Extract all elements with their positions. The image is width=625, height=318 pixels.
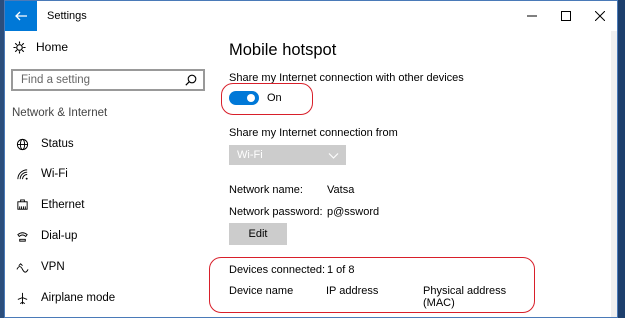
sidebar-item-status[interactable]: Status bbox=[15, 137, 74, 151]
section-heading: Network & Internet bbox=[12, 107, 108, 119]
annotation-oval-devices bbox=[209, 257, 535, 313]
edit-button[interactable]: Edit bbox=[229, 223, 287, 245]
settings-window: Settings Home Find a setting Network & I… bbox=[4, 0, 618, 318]
close-button[interactable] bbox=[583, 1, 617, 31]
search-input[interactable]: Find a setting bbox=[11, 69, 205, 91]
maximize-icon bbox=[561, 11, 571, 21]
back-button[interactable] bbox=[5, 1, 37, 31]
window-title: Settings bbox=[47, 10, 87, 22]
network-password-value: p@ssword bbox=[327, 206, 380, 218]
ethernet-icon bbox=[15, 198, 29, 212]
sidebar-item-wifi[interactable]: Wi-Fi bbox=[15, 167, 68, 181]
sidebar-item-label: Dial-up bbox=[41, 230, 78, 242]
sidebar-item-ethernet[interactable]: Ethernet bbox=[15, 198, 84, 212]
share-from-dropdown[interactable]: Wi-Fi bbox=[229, 145, 346, 165]
title-bar: Settings bbox=[5, 1, 617, 31]
minimize-button[interactable] bbox=[515, 1, 549, 31]
sidebar-item-label: VPN bbox=[41, 261, 65, 273]
annotation-oval-toggle bbox=[221, 83, 313, 115]
home-nav-item[interactable]: Home bbox=[13, 40, 68, 54]
back-arrow-icon bbox=[15, 11, 27, 21]
vpn-icon bbox=[15, 260, 29, 274]
globe-icon bbox=[15, 137, 29, 151]
desktop-background-right bbox=[618, 0, 625, 318]
scrollbar[interactable] bbox=[611, 31, 617, 317]
share-from-value: Wi-Fi bbox=[237, 149, 263, 161]
sidebar-item-label: Airplane mode bbox=[41, 292, 116, 304]
sidebar-item-vpn[interactable]: VPN bbox=[15, 260, 65, 274]
minimize-icon bbox=[527, 15, 537, 17]
maximize-button[interactable] bbox=[549, 1, 583, 31]
network-name-key: Network name: bbox=[229, 184, 303, 196]
page-title: Mobile hotspot bbox=[229, 41, 337, 59]
share-from-label: Share my Internet connection from bbox=[229, 127, 398, 139]
sidebar-item-label: Wi-Fi bbox=[41, 168, 68, 180]
sidebar-item-dialup[interactable]: Dial-up bbox=[15, 229, 77, 243]
phone-icon bbox=[15, 229, 29, 243]
sidebar: Home Find a setting Network & Internet S… bbox=[5, 31, 215, 317]
sidebar-item-label: Status bbox=[41, 138, 74, 150]
network-name-value: Vatsa bbox=[327, 184, 355, 196]
search-placeholder: Find a setting bbox=[21, 74, 91, 86]
main-content: Mobile hotspot Share my Internet connect… bbox=[209, 31, 617, 317]
sidebar-item-airplane[interactable]: Airplane mode bbox=[15, 291, 115, 305]
home-label: Home bbox=[36, 40, 69, 54]
search-icon[interactable] bbox=[185, 74, 197, 86]
airplane-icon bbox=[15, 291, 29, 305]
chevron-down-icon bbox=[328, 152, 339, 159]
close-icon bbox=[595, 11, 605, 21]
sidebar-item-label: Ethernet bbox=[41, 199, 85, 211]
gear-icon bbox=[13, 40, 26, 54]
network-password-key: Network password: bbox=[229, 206, 323, 218]
wifi-icon bbox=[15, 167, 29, 181]
